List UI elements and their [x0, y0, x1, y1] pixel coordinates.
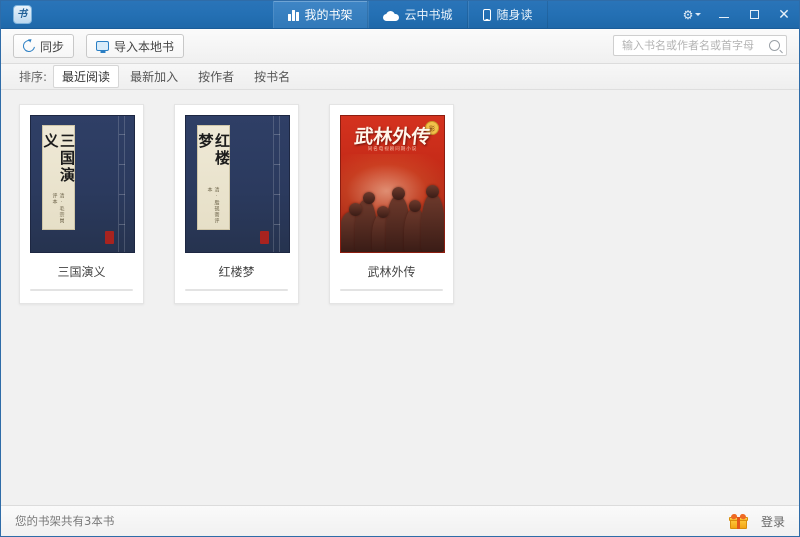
cloud-icon — [383, 8, 399, 21]
sort-option-recently-read[interactable]: 最近阅读 — [53, 65, 119, 88]
tab-cloud-bookstore[interactable]: 云中书城 — [368, 1, 468, 28]
book-card[interactable]: 影 武林外传 同名电视剧同期小说 武林外传 — [329, 104, 454, 304]
import-local-book-button[interactable]: 导入本地书 — [86, 34, 184, 58]
seal-icon — [105, 231, 114, 244]
app-logo: 书 — [1, 1, 43, 28]
sort-option-by-title[interactable]: 按书名 — [245, 65, 299, 88]
app-logo-badge: 书 — [13, 5, 32, 24]
book-title: 三国演义 — [30, 263, 133, 280]
binding-stitch — [119, 194, 125, 195]
reading-progress-bar — [340, 289, 443, 291]
book-cover[interactable]: 影 武林外传 同名电视剧同期小说 — [340, 115, 445, 253]
binding-stitch — [274, 134, 280, 135]
book-title: 红楼梦 — [185, 263, 288, 280]
binding-stitch — [119, 224, 125, 225]
search-input[interactable] — [620, 38, 769, 53]
binding-line — [279, 116, 280, 252]
title-bar: 书 我的书架 云中书城 随身读 — [1, 1, 799, 29]
sort-option-by-author[interactable]: 按作者 — [189, 65, 243, 88]
cover-title-panel: 三国演义 清·毛宗岗评本 — [42, 125, 75, 230]
search-box[interactable] — [613, 35, 787, 56]
status-bar-right: 登录 — [730, 513, 785, 530]
tab-my-bookshelf-label: 我的书架 — [305, 6, 353, 23]
cover-subtitle-text: 清·毛宗岗评本 — [52, 193, 66, 229]
monitor-icon — [96, 41, 109, 51]
cover-title-text: 三国演义 — [42, 133, 75, 189]
binding-stitch — [274, 194, 280, 195]
cover-title-panel: 红楼梦 清·脂砚斋评本 — [197, 125, 230, 230]
book-card[interactable]: 红楼梦 清·脂砚斋评本 红楼梦 — [174, 104, 299, 304]
login-link[interactable]: 登录 — [761, 513, 785, 530]
status-bar: 您的书架共有3本书 登录 — [1, 505, 799, 536]
tab-read-on-the-go-label: 随身读 — [497, 6, 533, 23]
minimize-icon — [719, 17, 729, 19]
cover-subtitle-text: 同名电视剧同期小说 — [341, 146, 444, 152]
sort-option-newest-added[interactable]: 最新加入 — [121, 65, 187, 88]
binding-line — [273, 116, 274, 252]
main-tabs: 我的书架 云中书城 随身读 — [273, 1, 548, 28]
binding-line — [124, 116, 125, 252]
bar-chart-icon — [288, 8, 299, 21]
binding-stitch — [119, 164, 125, 165]
book-count-text: 您的书架共有3本书 — [15, 513, 114, 529]
tab-read-on-the-go[interactable]: 随身读 — [468, 1, 548, 28]
import-local-book-label: 导入本地书 — [114, 38, 174, 55]
gear-icon: ⚙ — [683, 9, 694, 21]
cover-title-text: 武林外传 — [340, 122, 445, 149]
chevron-down-icon — [695, 13, 701, 16]
window-controls: ⚙ ✕ — [675, 1, 799, 28]
close-button[interactable]: ✕ — [769, 1, 799, 28]
sync-icon — [21, 38, 38, 55]
close-icon: ✕ — [778, 8, 790, 22]
settings-button[interactable]: ⚙ — [675, 1, 709, 28]
book-card[interactable]: 三国演义 清·毛宗岗评本 三国演义 — [19, 104, 144, 304]
tab-cloud-bookstore-label: 云中书城 — [405, 6, 453, 23]
cover-title-text: 红楼梦 — [197, 133, 230, 183]
binding-stitch — [274, 164, 280, 165]
seal-icon — [260, 231, 269, 244]
sort-bar: 排序: 最近阅读 最新加入 按作者 按书名 — [1, 64, 799, 90]
reading-progress-bar — [30, 289, 133, 291]
book-cover[interactable]: 三国演义 清·毛宗岗评本 — [30, 115, 135, 253]
cover-artwork — [341, 178, 444, 252]
binding-stitch — [274, 224, 280, 225]
bookshelf-grid: 三国演义 清·毛宗岗评本 三国演义 红楼梦 清·脂砚斋评本 — [1, 90, 799, 505]
search-icon[interactable] — [769, 40, 780, 51]
book-cover[interactable]: 红楼梦 清·脂砚斋评本 — [185, 115, 290, 253]
minimize-button[interactable] — [709, 1, 739, 28]
tab-my-bookshelf[interactable]: 我的书架 — [273, 1, 368, 28]
book-title: 武林外传 — [340, 263, 443, 280]
phone-icon — [483, 8, 491, 21]
maximize-button[interactable] — [739, 1, 769, 28]
binding-stitch — [119, 134, 125, 135]
cover-subtitle-text: 清·脂砚斋评本 — [207, 187, 221, 229]
sync-button[interactable]: 同步 — [13, 34, 74, 58]
maximize-icon — [750, 10, 759, 19]
sync-button-label: 同步 — [40, 38, 64, 55]
application-window: 书 我的书架 云中书城 随身读 — [0, 0, 800, 537]
binding-line — [118, 116, 119, 252]
gift-icon[interactable] — [730, 514, 747, 529]
sort-label: 排序: — [19, 68, 47, 85]
reading-progress-bar — [185, 289, 288, 291]
toolbar: 同步 导入本地书 — [1, 29, 799, 64]
